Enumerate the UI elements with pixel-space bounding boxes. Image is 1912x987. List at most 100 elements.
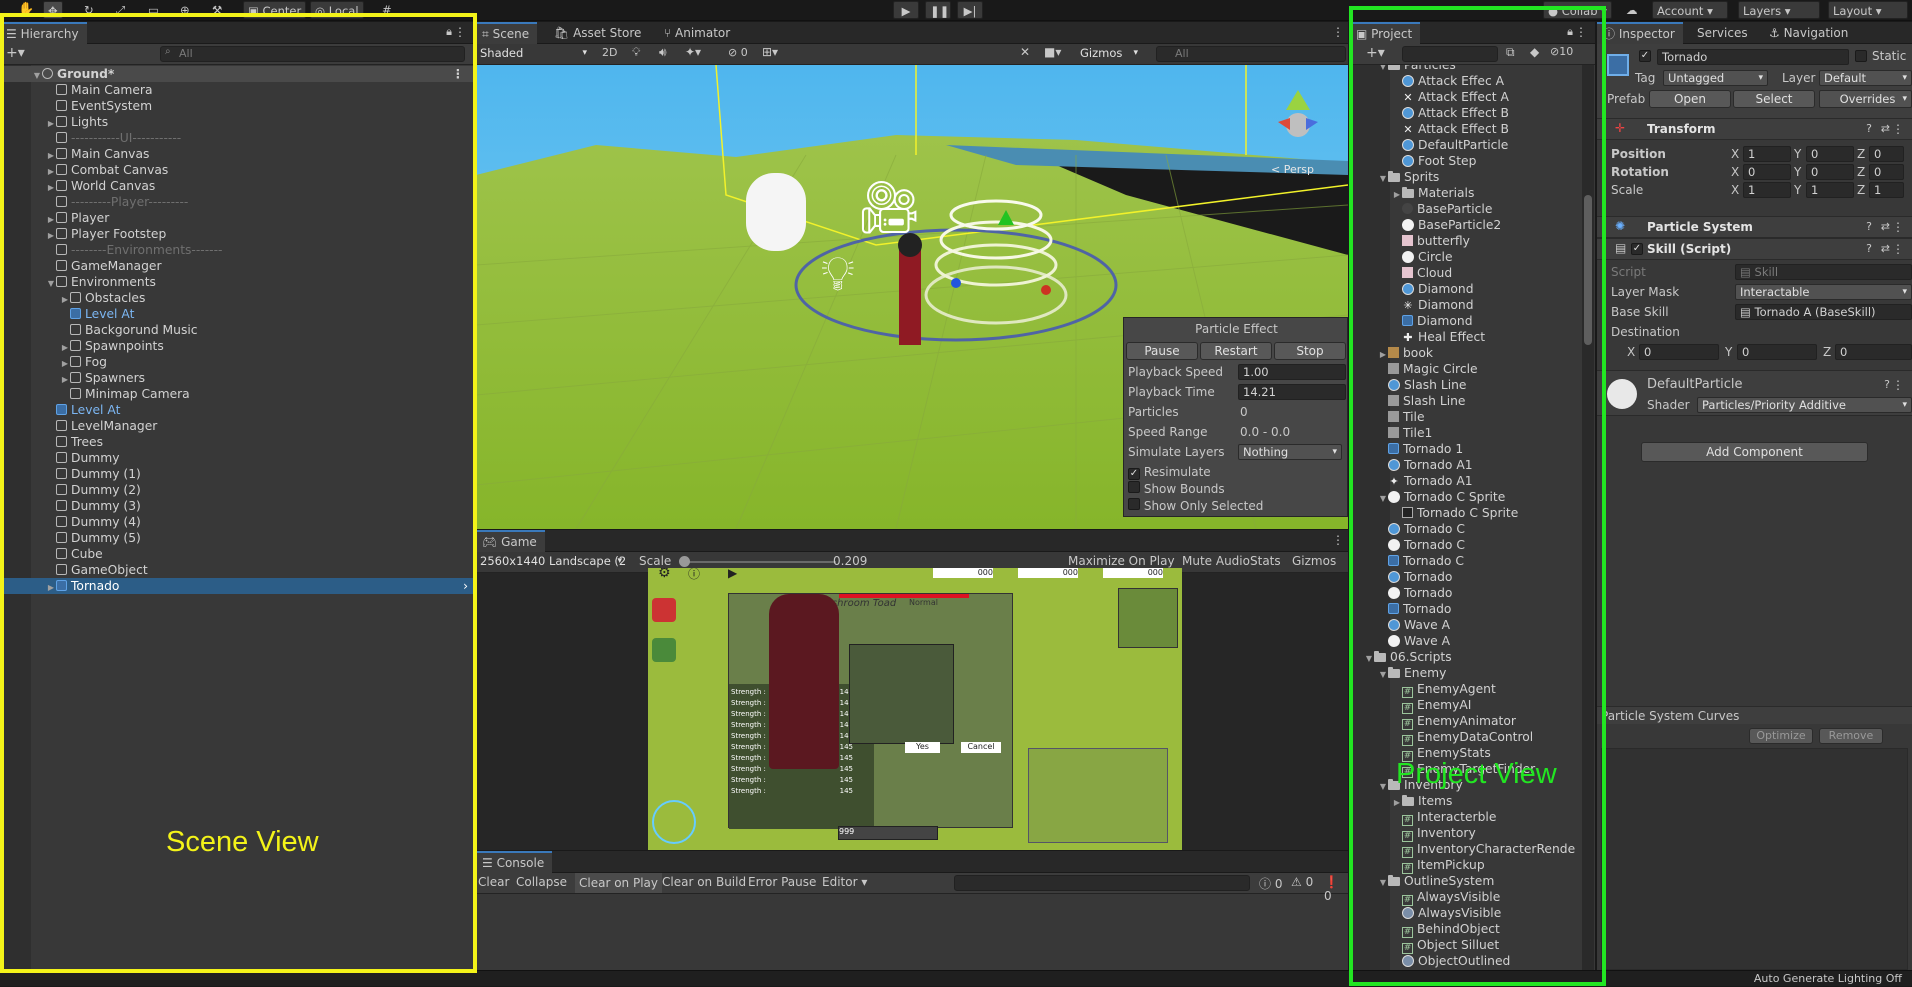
- resimulate-row[interactable]: ✓ Resimulate: [1128, 464, 1211, 480]
- mute-audio-toggle[interactable]: Mute Audio: [1182, 554, 1250, 568]
- pause-button[interactable]: ❚❚: [925, 1, 951, 19]
- hud-yes-button[interactable]: Yes: [905, 742, 940, 753]
- gizmos-dropdown[interactable]: Gizmos: [1076, 46, 1142, 62]
- layout-dropdown[interactable]: Layout ▾: [1828, 1, 1908, 19]
- preset-icon[interactable]: ⇄: [1881, 122, 1890, 135]
- particle-curves-header[interactable]: Particle System Curves: [1597, 706, 1912, 724]
- tab-scene[interactable]: ⌗ Scene: [476, 22, 538, 44]
- shading-mode-dropdown[interactable]: Shaded: [476, 46, 591, 62]
- transform-z-input[interactable]: 1: [1869, 182, 1904, 198]
- component-menu-icon[interactable]: ⋮: [1892, 122, 1904, 136]
- tab-navigation[interactable]: ⚓︎ Navigation: [1763, 22, 1856, 44]
- skill-preset-icon[interactable]: ⇄: [1881, 242, 1890, 255]
- show-bounds-row[interactable]: Show Bounds: [1128, 481, 1225, 497]
- dest-z-input[interactable]: 0: [1835, 344, 1912, 360]
- active-checkbox[interactable]: ✓: [1639, 50, 1651, 62]
- layer-dropdown[interactable]: Default: [1819, 70, 1912, 86]
- scale-slider-thumb[interactable]: [679, 556, 690, 567]
- info-icon[interactable]: ⓘ: [688, 568, 700, 582]
- console-collapse-button[interactable]: Collapse: [516, 875, 567, 889]
- scene-menu-icon[interactable]: ⋮: [1332, 25, 1344, 39]
- console-info-count[interactable]: ⓘ 0: [1259, 875, 1282, 892]
- show-only-selected-checkbox[interactable]: [1128, 498, 1140, 510]
- help-icon[interactable]: ?: [1866, 122, 1872, 135]
- optimize-button[interactable]: Optimize: [1749, 728, 1813, 744]
- transform-y-input[interactable]: 0: [1806, 146, 1854, 162]
- ps-menu-icon[interactable]: ⋮: [1892, 220, 1904, 234]
- playback-time-input[interactable]: 14.21: [1238, 384, 1346, 400]
- material-help-icon[interactable]: ?: [1884, 378, 1890, 391]
- prefab-open-button[interactable]: Open: [1649, 90, 1731, 108]
- camera-settings-icon[interactable]: ■▾: [1044, 45, 1061, 59]
- play-button[interactable]: ▶: [893, 1, 919, 19]
- resolution-dropdown[interactable]: 2560x1440 Landscape (2: [476, 554, 626, 570]
- console-warning-count[interactable]: ⚠ 0: [1291, 875, 1313, 889]
- skill-script-header[interactable]: ▤ ✓ Skill (Script) ? ⇄ ⋮: [1597, 238, 1912, 260]
- transform-x-input[interactable]: 1: [1743, 182, 1791, 198]
- particle-restart-button[interactable]: Restart: [1200, 342, 1272, 360]
- remove-button[interactable]: Remove: [1819, 728, 1883, 744]
- settings-gear-icon[interactable]: ⚙: [658, 568, 671, 581]
- scale-slider-track[interactable]: [681, 561, 836, 563]
- resimulate-checkbox[interactable]: ✓: [1128, 468, 1140, 480]
- base-skill-field[interactable]: ▤ Tornado A (BaseSkill): [1735, 304, 1912, 320]
- dest-x-input[interactable]: 0: [1639, 344, 1719, 360]
- particle-system-header[interactable]: ✺ Particle System ? ⇄ ⋮: [1597, 216, 1912, 238]
- console-clear-button[interactable]: Clear: [478, 875, 509, 889]
- particle-pause-button[interactable]: Pause: [1126, 342, 1198, 360]
- hidden-objects-toggle[interactable]: ⊘ 0: [728, 46, 748, 59]
- tools-icon[interactable]: ✕: [1020, 45, 1030, 59]
- transform-y-input[interactable]: 0: [1806, 164, 1854, 180]
- shader-dropdown[interactable]: Particles/Priority Additive: [1697, 397, 1912, 413]
- stats-toggle[interactable]: Stats: [1250, 554, 1281, 568]
- transform-y-input[interactable]: 1: [1806, 182, 1854, 198]
- console-error-pause-button[interactable]: Error Pause: [748, 875, 816, 889]
- account-dropdown[interactable]: Account ▾: [1652, 1, 1728, 19]
- console-clear-on-play-button[interactable]: Clear on Play: [575, 873, 662, 893]
- show-only-selected-row[interactable]: Show Only Selected: [1128, 498, 1263, 514]
- skill-menu-icon[interactable]: ⋮: [1892, 242, 1904, 256]
- tag-dropdown[interactable]: Untagged: [1663, 70, 1768, 86]
- layer-mask-dropdown[interactable]: Interactable: [1735, 284, 1912, 300]
- tab-animator[interactable]: ⑂ Animator: [658, 22, 738, 44]
- object-name-input[interactable]: Tornado: [1657, 49, 1849, 65]
- static-checkbox[interactable]: [1855, 50, 1867, 62]
- cloud-icon[interactable]: ☁: [1622, 1, 1642, 19]
- prefab-select-button[interactable]: Select: [1733, 90, 1815, 108]
- layers-dropdown[interactable]: Layers ▾: [1738, 1, 1820, 19]
- show-bounds-checkbox[interactable]: [1128, 481, 1140, 493]
- console-editor-dropdown[interactable]: Editor ▾: [822, 875, 867, 889]
- console-error-count[interactable]: ❗ 0: [1324, 875, 1348, 903]
- particle-stop-button[interactable]: Stop: [1274, 342, 1346, 360]
- add-component-button[interactable]: Add Component: [1641, 442, 1868, 462]
- curves-editor[interactable]: [1601, 748, 1908, 970]
- tab-asset-store[interactable]: 🛍︎ Asset Store: [548, 22, 649, 44]
- game-menu-icon[interactable]: ⋮: [1332, 533, 1344, 547]
- ps-preset-icon[interactable]: ⇄: [1881, 220, 1890, 233]
- mode-2d-toggle[interactable]: 2D: [602, 46, 617, 59]
- playback-speed-input[interactable]: 1.00: [1238, 364, 1346, 380]
- transform-x-input[interactable]: 0: [1743, 164, 1791, 180]
- transform-z-input[interactable]: 0: [1869, 164, 1904, 180]
- hud-potion-green[interactable]: [652, 638, 676, 662]
- effects-toggle-icon[interactable]: ✦▾: [685, 45, 701, 59]
- maximize-on-play-toggle[interactable]: Maximize On Play: [1068, 554, 1175, 568]
- prefab-overrides-dropdown[interactable]: Overrides: [1819, 90, 1912, 108]
- dest-y-input[interactable]: 0: [1737, 344, 1817, 360]
- material-menu-icon[interactable]: ⋮: [1892, 378, 1904, 392]
- lighting-toggle-icon[interactable]: 💡︎: [632, 45, 640, 60]
- step-button[interactable]: ▶|: [957, 1, 983, 19]
- tab-game[interactable]: 🎮︎ Game: [476, 530, 545, 552]
- transform-z-input[interactable]: 0: [1869, 146, 1904, 162]
- game-viewport[interactable]: ⚙ ⓘ ▶ 000 000 000 Mushroom Toad Normal S…: [648, 568, 1182, 850]
- scene-search-input[interactable]: All: [1156, 46, 1346, 62]
- audio-toggle-icon[interactable]: 🔊︎: [659, 45, 667, 60]
- tab-console[interactable]: ☰ Console: [476, 851, 553, 873]
- grid-toggle-icon[interactable]: ⊞▾: [762, 45, 778, 59]
- skill-enabled-checkbox[interactable]: ✓: [1631, 243, 1643, 255]
- skill-help-icon[interactable]: ?: [1866, 242, 1872, 255]
- transform-x-input[interactable]: 1: [1743, 146, 1791, 162]
- console-search-input[interactable]: [954, 875, 1250, 891]
- simulate-layers-dropdown[interactable]: Nothing: [1238, 444, 1342, 460]
- game-gizmos-toggle[interactable]: Gizmos: [1292, 554, 1336, 568]
